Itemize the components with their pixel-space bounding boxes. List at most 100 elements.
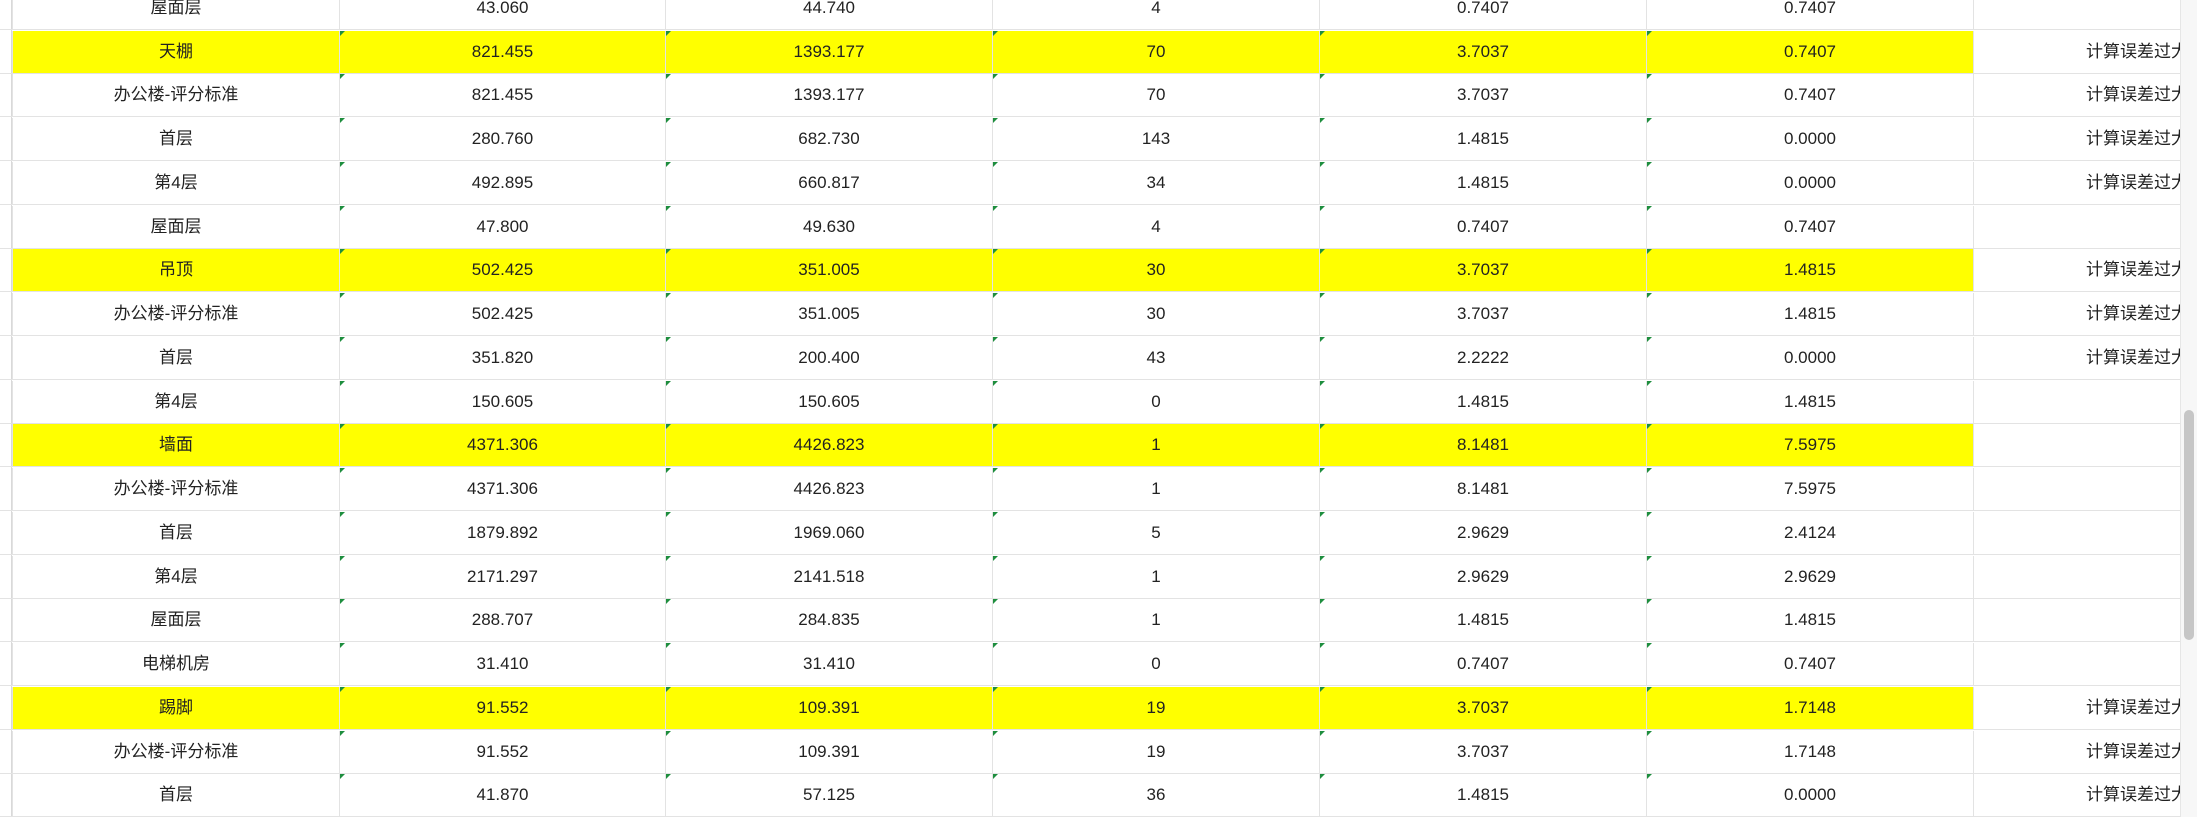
cell-value-4[interactable]: 2.9629 [1320, 512, 1647, 554]
cell-value-4[interactable]: 1.4815 [1320, 381, 1647, 423]
cell-item-name[interactable]: 天棚 [12, 31, 340, 73]
cell-note[interactable]: 计算误差过大 [1974, 293, 2180, 335]
cell-item-name[interactable]: 办公楼-评分标准 [12, 468, 340, 510]
cell-value-1[interactable]: 492.895 [340, 162, 666, 204]
cell-value-5[interactable]: 1.7148 [1647, 687, 1974, 729]
cell-value-4[interactable]: 2.2222 [1320, 337, 1647, 379]
cell-value-3[interactable]: 36 [993, 774, 1320, 816]
cell-value-4[interactable]: 0.7407 [1320, 0, 1647, 29]
cell-value-2[interactable]: 49.630 [666, 206, 993, 248]
cell-value-5[interactable]: 1.7148 [1647, 731, 1974, 773]
vertical-scrollbar[interactable] [2180, 0, 2197, 817]
cell-value-1[interactable]: 91.552 [340, 731, 666, 773]
cell-value-4[interactable]: 3.7037 [1320, 731, 1647, 773]
cell-value-1[interactable]: 288.707 [340, 599, 666, 641]
cell-item-name[interactable]: 第4层 [12, 556, 340, 598]
cell-item-name[interactable]: 首层 [12, 774, 340, 816]
cell-value-1[interactable]: 821.455 [340, 74, 666, 116]
cell-value-3[interactable]: 1 [993, 556, 1320, 598]
cell-value-3[interactable]: 70 [993, 74, 1320, 116]
cell-value-2[interactable]: 682.730 [666, 118, 993, 160]
cell-value-3[interactable]: 0 [993, 643, 1320, 685]
cell-note[interactable] [1974, 381, 2180, 423]
cell-value-5[interactable]: 0.7407 [1647, 643, 1974, 685]
cell-item-name[interactable]: 屋面层 [12, 0, 340, 29]
cell-note[interactable]: 计算误差过大 [1974, 74, 2180, 116]
cell-value-1[interactable]: 1879.892 [340, 512, 666, 554]
cell-item-name[interactable]: 第4层 [12, 162, 340, 204]
cell-note[interactable] [1974, 0, 2180, 29]
cell-value-2[interactable]: 660.817 [666, 162, 993, 204]
cell-item-name[interactable]: 屋面层 [12, 599, 340, 641]
cell-note[interactable]: 计算误差过大 [1974, 337, 2180, 379]
cell-value-4[interactable]: 3.7037 [1320, 74, 1647, 116]
cell-value-4[interactable]: 1.4815 [1320, 599, 1647, 641]
cell-item-name[interactable]: 第4层 [12, 381, 340, 423]
cell-value-4[interactable]: 3.7037 [1320, 31, 1647, 73]
cell-value-1[interactable]: 47.800 [340, 206, 666, 248]
cell-value-5[interactable]: 0.0000 [1647, 337, 1974, 379]
cell-value-5[interactable]: 2.9629 [1647, 556, 1974, 598]
cell-value-2[interactable]: 4426.823 [666, 424, 993, 466]
cell-value-2[interactable]: 1393.177 [666, 31, 993, 73]
cell-value-1[interactable]: 43.060 [340, 0, 666, 29]
cell-note[interactable] [1974, 643, 2180, 685]
cell-value-4[interactable]: 1.4815 [1320, 162, 1647, 204]
cell-value-5[interactable]: 1.4815 [1647, 249, 1974, 291]
cell-note[interactable] [1974, 599, 2180, 641]
cell-value-3[interactable]: 19 [993, 687, 1320, 729]
cell-value-4[interactable]: 1.4815 [1320, 774, 1647, 816]
cell-value-4[interactable]: 3.7037 [1320, 687, 1647, 729]
cell-value-1[interactable]: 502.425 [340, 249, 666, 291]
cell-value-1[interactable]: 4371.306 [340, 424, 666, 466]
cell-value-2[interactable]: 351.005 [666, 293, 993, 335]
cell-value-1[interactable]: 280.760 [340, 118, 666, 160]
cell-value-2[interactable]: 351.005 [666, 249, 993, 291]
cell-value-4[interactable]: 3.7037 [1320, 249, 1647, 291]
cell-item-name[interactable]: 电梯机房 [12, 643, 340, 685]
cell-value-3[interactable]: 4 [993, 206, 1320, 248]
cell-value-4[interactable]: 8.1481 [1320, 424, 1647, 466]
cell-note[interactable]: 计算误差过大 [1974, 162, 2180, 204]
cell-value-2[interactable]: 109.391 [666, 731, 993, 773]
cell-value-2[interactable]: 150.605 [666, 381, 993, 423]
cell-value-3[interactable]: 70 [993, 31, 1320, 73]
cell-value-3[interactable]: 143 [993, 118, 1320, 160]
cell-note[interactable]: 计算误差过大 [1974, 249, 2180, 291]
cell-value-5[interactable]: 2.4124 [1647, 512, 1974, 554]
cell-note[interactable] [1974, 556, 2180, 598]
cell-item-name[interactable]: 屋面层 [12, 206, 340, 248]
cell-value-4[interactable]: 2.9629 [1320, 556, 1647, 598]
cell-note[interactable] [1974, 424, 2180, 466]
cell-note[interactable] [1974, 512, 2180, 554]
cell-value-2[interactable]: 200.400 [666, 337, 993, 379]
cell-value-2[interactable]: 109.391 [666, 687, 993, 729]
cell-value-2[interactable]: 2141.518 [666, 556, 993, 598]
cell-value-5[interactable]: 0.0000 [1647, 774, 1974, 816]
cell-item-name[interactable]: 墙面 [12, 424, 340, 466]
cell-value-4[interactable]: 8.1481 [1320, 468, 1647, 510]
cell-value-3[interactable]: 34 [993, 162, 1320, 204]
cell-item-name[interactable]: 首层 [12, 512, 340, 554]
cell-value-1[interactable]: 4371.306 [340, 468, 666, 510]
cell-value-5[interactable]: 0.7407 [1647, 0, 1974, 29]
cell-value-5[interactable]: 0.7407 [1647, 74, 1974, 116]
cell-note[interactable]: 计算误差过大 [1974, 118, 2180, 160]
cell-item-name[interactable]: 办公楼-评分标准 [12, 731, 340, 773]
cell-value-1[interactable]: 31.410 [340, 643, 666, 685]
cell-value-4[interactable]: 0.7407 [1320, 206, 1647, 248]
cell-value-1[interactable]: 821.455 [340, 31, 666, 73]
cell-value-5[interactable]: 0.7407 [1647, 31, 1974, 73]
cell-value-3[interactable]: 0 [993, 381, 1320, 423]
cell-value-1[interactable]: 351.820 [340, 337, 666, 379]
cell-value-2[interactable]: 1393.177 [666, 74, 993, 116]
cell-item-name[interactable]: 踢脚 [12, 687, 340, 729]
cell-note[interactable]: 计算误差过大 [1974, 774, 2180, 816]
cell-note[interactable]: 计算误差过大 [1974, 687, 2180, 729]
cell-item-name[interactable]: 办公楼-评分标准 [12, 74, 340, 116]
cell-value-5[interactable]: 7.5975 [1647, 468, 1974, 510]
cell-value-4[interactable]: 1.4815 [1320, 118, 1647, 160]
cell-value-1[interactable]: 91.552 [340, 687, 666, 729]
cell-value-3[interactable]: 43 [993, 337, 1320, 379]
cell-note[interactable] [1974, 206, 2180, 248]
